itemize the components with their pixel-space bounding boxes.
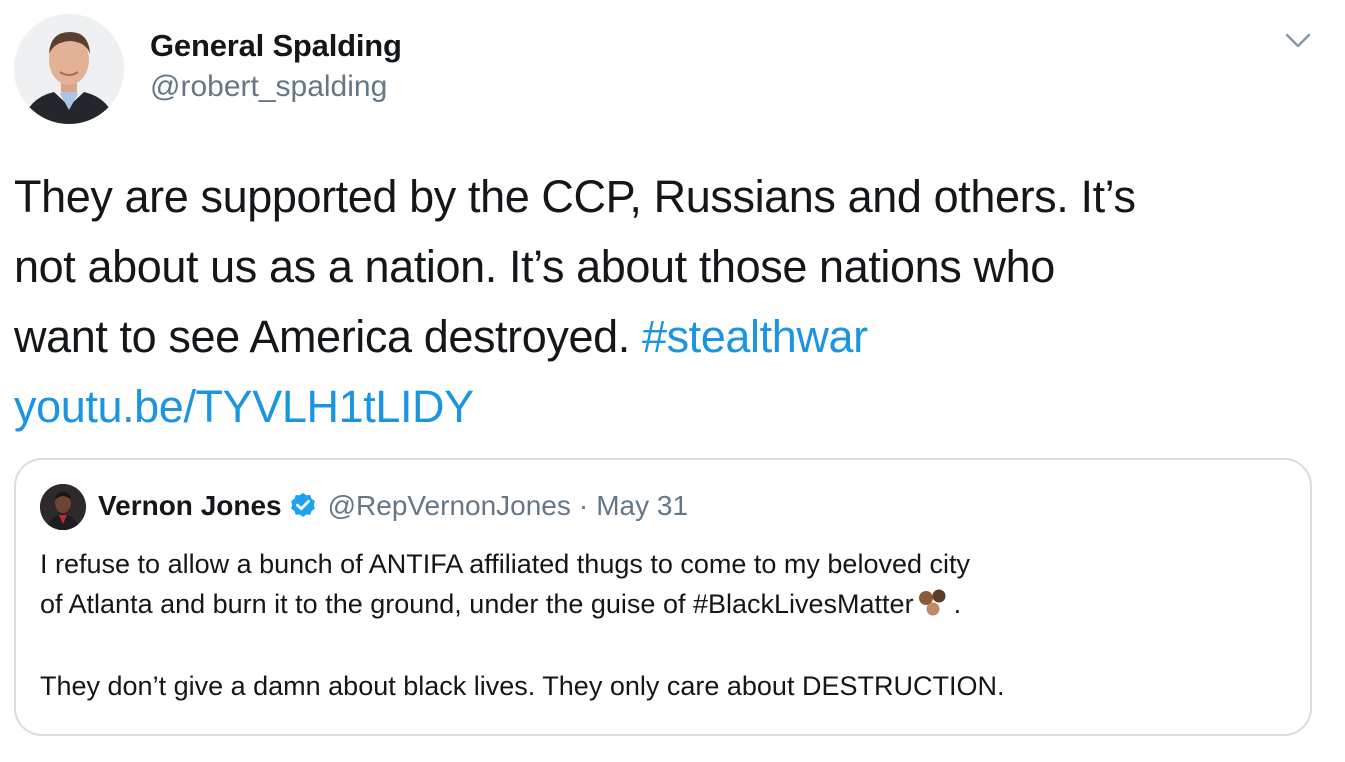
quoted-text-line: I refuse to allow a bunch of ANTIFA affi… xyxy=(40,549,970,579)
author-name[interactable]: General Spalding xyxy=(150,28,402,64)
url-link[interactable]: youtu.be/TYVLH1tLIDY xyxy=(14,381,474,432)
tweet-card: General Spalding @robert_spalding They a… xyxy=(0,0,1345,762)
quoted-text-line: of Atlanta and burn it to the ground, un… xyxy=(40,584,1290,624)
tweet-text: They are supported by the CCP, Russians … xyxy=(14,162,1324,442)
avatar-image xyxy=(14,14,124,124)
tweet-text-line: not about us as a nation. It’s about tho… xyxy=(14,241,1055,292)
verified-badge-icon xyxy=(288,491,318,521)
quoted-author-name[interactable]: Vernon Jones xyxy=(98,490,282,522)
hashtag-link[interactable]: #stealthwar xyxy=(642,311,868,362)
quoted-tweet-header: Vernon Jones @RepVernonJones · May 31 xyxy=(98,486,688,526)
tweet-text-line: youtu.be/TYVLH1tLIDY xyxy=(14,372,1324,442)
quoted-text-line: They don’t give a damn about black lives… xyxy=(40,671,1005,701)
header-separator: · xyxy=(578,490,589,521)
tweet-text-segment: want to see America destroyed. xyxy=(14,311,630,362)
quoted-tweet[interactable]: Vernon Jones @RepVernonJones · May 31 I … xyxy=(14,458,1312,736)
author-avatar[interactable] xyxy=(14,14,124,124)
quoted-author-handle[interactable]: @RepVernonJones xyxy=(328,490,571,522)
quoted-text-segment: . xyxy=(953,589,962,619)
tweet-text-line: They are supported by the CCP, Russians … xyxy=(14,171,1136,222)
quoted-tweet-date[interactable]: May 31 xyxy=(596,490,688,522)
author-handle[interactable]: @robert_spalding xyxy=(150,70,387,104)
avatar-image xyxy=(40,484,86,530)
quoted-text-segment: of Atlanta and burn it to the ground, un… xyxy=(40,589,914,619)
quoted-author-avatar[interactable] xyxy=(40,484,86,530)
quoted-tweet-text: I refuse to allow a bunch of ANTIFA affi… xyxy=(40,544,1290,706)
chevron-down-icon[interactable] xyxy=(1283,30,1313,52)
tweet-text-line: want to see America destroyed. #stealthw… xyxy=(14,302,1324,372)
raised-fists-emoji-icon xyxy=(914,587,954,619)
